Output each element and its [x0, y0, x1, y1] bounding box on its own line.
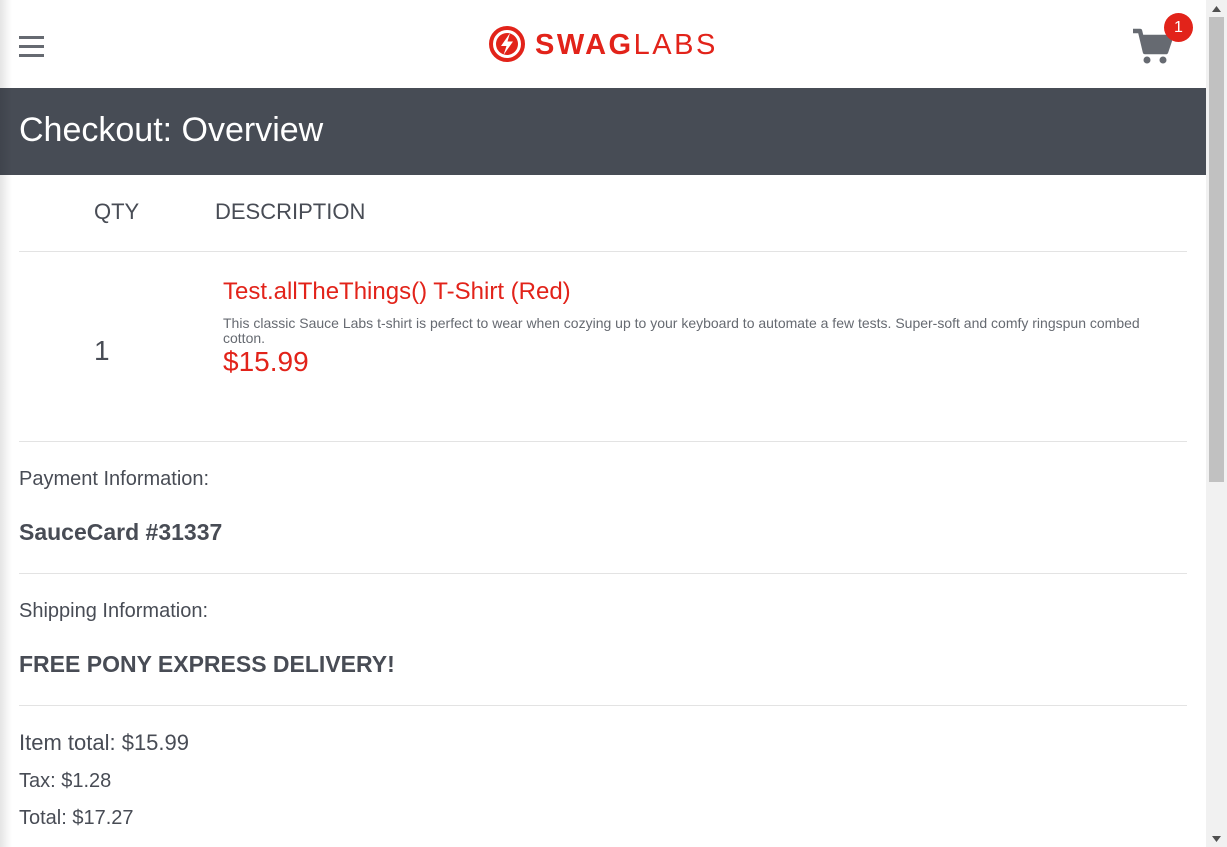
divider — [19, 441, 1187, 442]
app-logo: SWAGLABS — [488, 25, 728, 63]
shipping-info-value: FREE PONY EXPRESS DELIVERY! — [19, 651, 395, 677]
swag-labs-logo-icon — [489, 26, 525, 62]
logo-text-bold: SWAG — [535, 29, 634, 61]
scroll-up-arrow-icon[interactable] — [1206, 0, 1227, 17]
shipping-info-label: Shipping Information: — [19, 600, 209, 622]
secondary-header: Checkout: Overview — [0, 88, 1206, 175]
divider — [19, 251, 1187, 252]
payment-info-value: SauceCard #31337 — [19, 519, 223, 545]
item-price: $15.99 — [223, 346, 309, 377]
cart-badge[interactable]: 1 — [1164, 13, 1193, 42]
scrollbar-thumb[interactable] — [1209, 17, 1224, 482]
item-total: Item total: $15.99 — [19, 730, 189, 755]
page-title: Checkout: Overview — [19, 111, 324, 149]
total-label: Total: $17.27 — [19, 807, 134, 829]
divider — [19, 573, 1187, 574]
qty-column-header: QTY — [94, 199, 140, 224]
vertical-scrollbar[interactable] — [1206, 0, 1227, 847]
logo-text-light: LABS — [633, 29, 718, 61]
divider — [19, 705, 1187, 706]
primary-header: SWAGLABS 1 — [0, 0, 1206, 88]
hamburger-menu-icon[interactable] — [19, 36, 44, 57]
tax-label: Tax: $1.28 — [19, 770, 112, 792]
scroll-down-arrow-icon[interactable] — [1206, 830, 1227, 847]
logo-text: SWAGLABS — [535, 28, 718, 62]
description-column-header: DESCRIPTION — [215, 199, 366, 224]
item-name-link[interactable]: Test.allTheThings() T-Shirt (Red) — [223, 278, 571, 306]
payment-info-label: Payment Information: — [19, 468, 210, 490]
left-edge-shadow — [0, 0, 12, 847]
item-quantity: 1 — [94, 335, 110, 366]
item-description: This classic Sauce Labs t-shirt is perfe… — [223, 315, 1140, 346]
